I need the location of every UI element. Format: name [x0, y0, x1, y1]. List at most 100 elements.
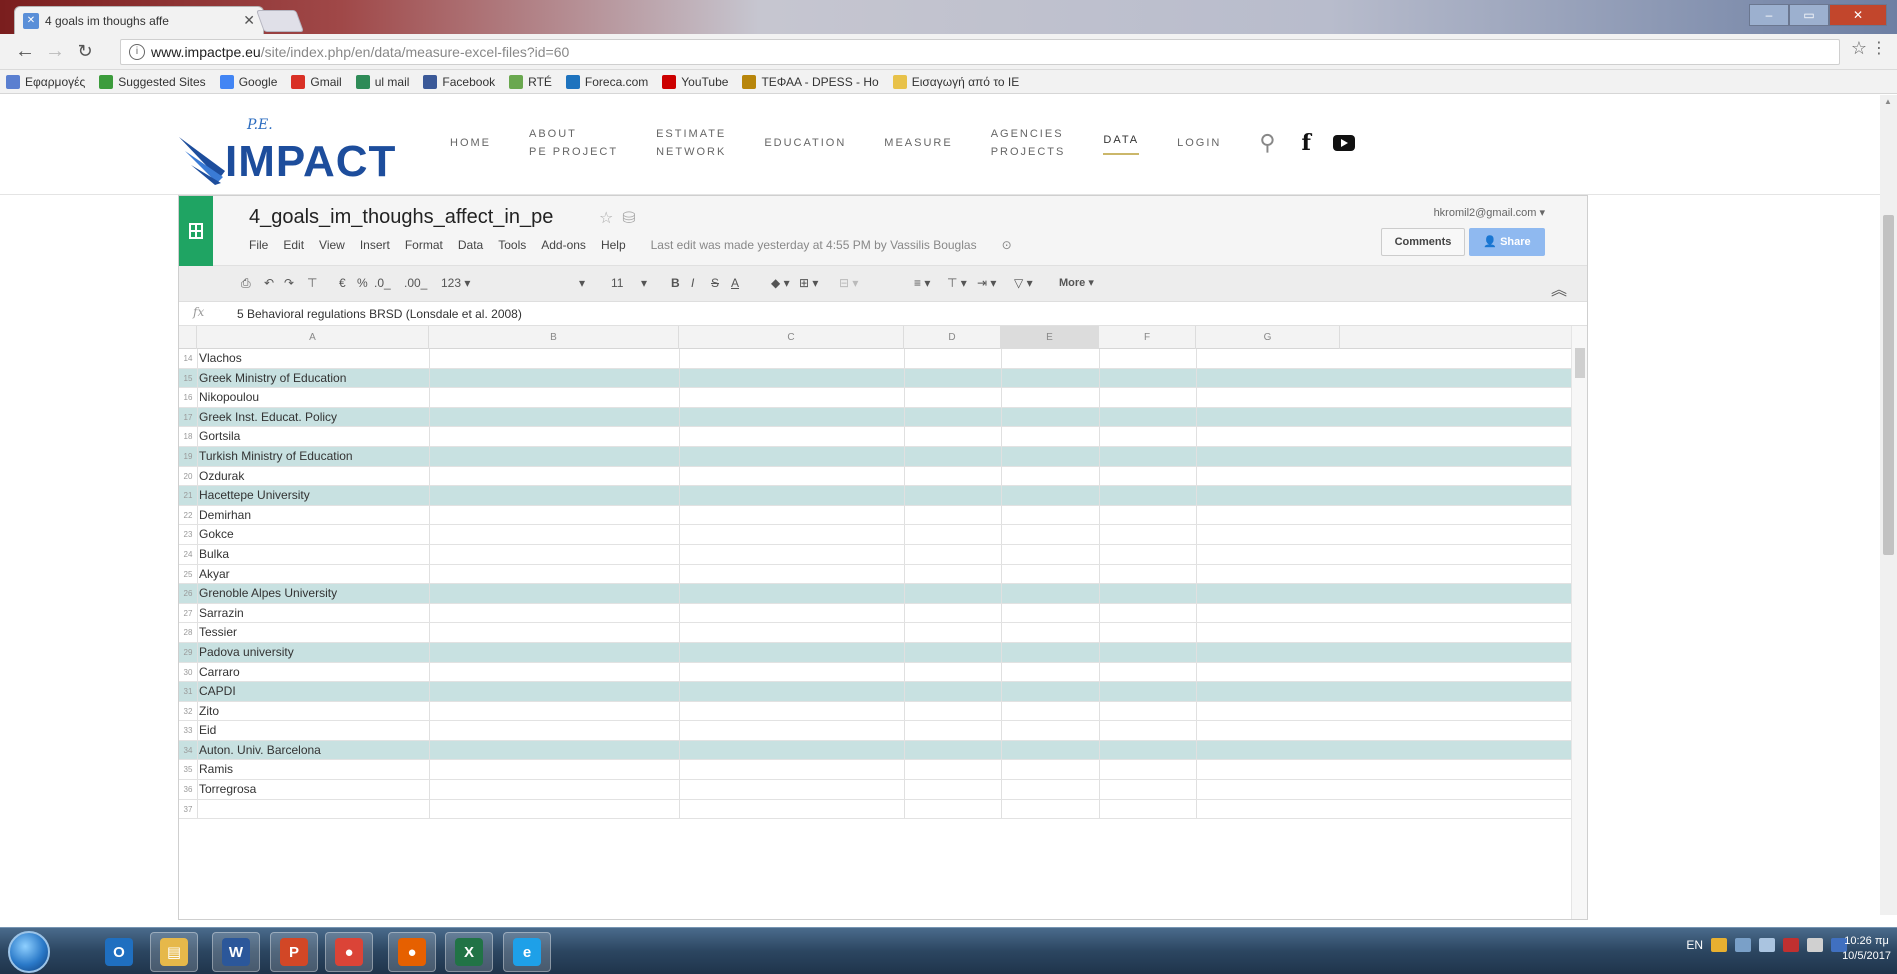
taskbar-explorer-button[interactable]: ▤ [150, 932, 198, 972]
facebook-icon[interactable]: f [1301, 130, 1310, 156]
row-number[interactable]: 15 [179, 369, 197, 388]
network-icon[interactable] [1735, 938, 1751, 952]
scroll-up-icon[interactable]: ▲ [1884, 97, 1892, 106]
decimal-less-button[interactable]: .0_ [374, 276, 391, 290]
row-number[interactable]: 36 [179, 780, 197, 799]
cell-a[interactable]: Bulka [197, 545, 229, 564]
system-clock[interactable]: 10:26 πμ 10/5/2017 [1842, 934, 1891, 964]
site-logo[interactable]: P.E. IMPACT [175, 115, 395, 186]
flag-icon[interactable] [1807, 938, 1823, 952]
nav-item-measure[interactable]: MEASURE [884, 134, 952, 152]
table-row[interactable]: 18 Gortsila [179, 427, 1572, 447]
menu-format[interactable]: Format [405, 238, 443, 252]
table-row[interactable]: 28 Tessier [179, 623, 1572, 643]
cell-a[interactable]: Turkish Ministry of Education [197, 447, 353, 466]
row-number[interactable]: 30 [179, 663, 197, 682]
row-number[interactable]: 19 [179, 447, 197, 466]
maximize-button[interactable]: ▭ [1789, 4, 1829, 26]
language-indicator[interactable]: EN [1686, 938, 1703, 952]
last-edit-link[interactable]: Last edit was made yesterday at 4:55 PM … [651, 238, 977, 252]
table-row[interactable]: 30 Carraro [179, 662, 1572, 683]
site-info-icon[interactable]: i [129, 44, 145, 60]
row-number[interactable]: 32 [179, 702, 197, 721]
taskbar-firefox-button[interactable]: ● [388, 932, 436, 972]
print-icon[interactable]: ⎙ [241, 276, 251, 291]
table-row[interactable]: 34 Auton. Univ. Barcelona [179, 740, 1572, 761]
row-number[interactable]: 24 [179, 545, 197, 564]
text-wrap-icon[interactable]: ⇥ ▾ [977, 276, 996, 290]
taskbar-ie-button[interactable]: e [503, 932, 551, 972]
row-number[interactable]: 37 [179, 800, 197, 819]
cell-a[interactable]: Greek Inst. Educat. Policy [197, 408, 337, 427]
menu-view[interactable]: View [319, 238, 345, 252]
strikethrough-icon[interactable]: S [711, 276, 719, 290]
select-all-corner[interactable] [179, 326, 197, 349]
cell-a[interactable]: Eid [197, 721, 216, 740]
row-number[interactable]: 21 [179, 486, 197, 505]
bookmark-item[interactable]: RTÉ [509, 74, 552, 89]
cell-a[interactable] [197, 800, 199, 819]
cell-a[interactable]: Torregrosa [197, 780, 256, 799]
cell-a[interactable]: Auton. Univ. Barcelona [197, 741, 321, 760]
search-icon[interactable]: ⚲ [1259, 130, 1275, 156]
merge-cells-icon[interactable]: ⊟ ▾ [839, 276, 858, 290]
taskbar-excel-button[interactable]: X [445, 932, 493, 972]
table-row[interactable]: 22 Demirhan [179, 505, 1572, 526]
table-row[interactable]: 23 Gokce [179, 525, 1572, 545]
bookmark-star-icon[interactable]: ☆ [1851, 38, 1867, 59]
nav-item-estimate[interactable]: ESTIMATE NETWORK [656, 125, 726, 161]
cell-a[interactable]: Demirhan [197, 506, 251, 525]
font-select[interactable]: ▾ [579, 276, 585, 290]
currency-button[interactable]: € [339, 276, 346, 290]
column-header-b[interactable]: B [429, 326, 679, 349]
nav-item-home[interactable]: HOME [450, 134, 491, 152]
cell-a[interactable]: Zito [197, 702, 219, 721]
back-icon[interactable]: ← [10, 40, 40, 63]
cell-a[interactable]: Hacettepe University [197, 486, 310, 505]
sheet-grid[interactable]: ABCDEFG 14 Vlachos 15 Greek Ministry of Edu… [179, 326, 1572, 820]
row-number[interactable]: 34 [179, 741, 197, 760]
page-scrollbar-thumb[interactable] [1883, 215, 1894, 555]
browser-tab[interactable]: ✕ 4 goals im thoughs affe ✕ [14, 6, 264, 34]
nav-item-data[interactable]: DATA [1103, 131, 1140, 155]
menu-help[interactable]: Help [601, 238, 626, 252]
table-row[interactable]: 33 Eid [179, 721, 1572, 741]
nav-item-agencies[interactable]: AGENCIES PROJECTS [991, 125, 1066, 161]
close-window-button[interactable]: ✕ [1829, 4, 1887, 26]
row-number[interactable]: 20 [179, 467, 197, 486]
tab-close-icon[interactable]: ✕ [243, 12, 255, 29]
user-account[interactable]: hkromil2@gmail.com ▾ [1434, 206, 1545, 219]
browser-menu-icon[interactable]: ⋮ [1871, 38, 1887, 58]
column-header-f[interactable]: F [1099, 326, 1196, 349]
action-center-icon[interactable] [1711, 938, 1727, 952]
row-number[interactable]: 29 [179, 643, 197, 662]
table-row[interactable]: 24 Bulka [179, 544, 1572, 565]
fill-color-icon[interactable]: ◆ ▾ [771, 276, 790, 290]
nav-item-education[interactable]: EDUCATION [764, 134, 846, 152]
table-row[interactable]: 20 Ozdurak [179, 466, 1572, 487]
forward-icon[interactable]: → [40, 40, 70, 63]
row-number[interactable]: 25 [179, 565, 197, 584]
bookmark-item[interactable]: Google [219, 74, 277, 89]
taskbar-word-button[interactable]: W [212, 932, 260, 972]
cell-a[interactable]: Gortsila [197, 427, 240, 446]
formula-bar[interactable]: fx 5 Behavioral regulations BRSD (Lonsda… [179, 302, 1587, 326]
share-button[interactable]: 👤 Share [1469, 228, 1545, 256]
column-header-d[interactable]: D [904, 326, 1001, 349]
cell-a[interactable]: Carraro [197, 663, 240, 682]
menu-edit[interactable]: Edit [283, 238, 304, 252]
cell-a[interactable]: Padova university [197, 643, 294, 662]
bold-icon[interactable]: B [671, 276, 680, 290]
table-row[interactable]: 37 [179, 799, 1572, 820]
sheet-scrollbar[interactable] [1571, 326, 1587, 919]
taskbar-outlook-button[interactable]: O [95, 932, 143, 972]
youtube-icon[interactable] [1332, 135, 1355, 151]
cell-a[interactable]: Ozdurak [197, 467, 244, 486]
table-row[interactable]: 21 Hacettepe University [179, 486, 1572, 506]
cell-a[interactable]: CAPDI [197, 682, 236, 701]
italic-icon[interactable]: I [691, 276, 694, 290]
table-row[interactable]: 31 CAPDI [179, 682, 1572, 702]
table-row[interactable]: 32 Zito [179, 701, 1572, 722]
cell-a[interactable]: Akyar [197, 565, 230, 584]
table-row[interactable]: 14 Vlachos [179, 349, 1572, 369]
